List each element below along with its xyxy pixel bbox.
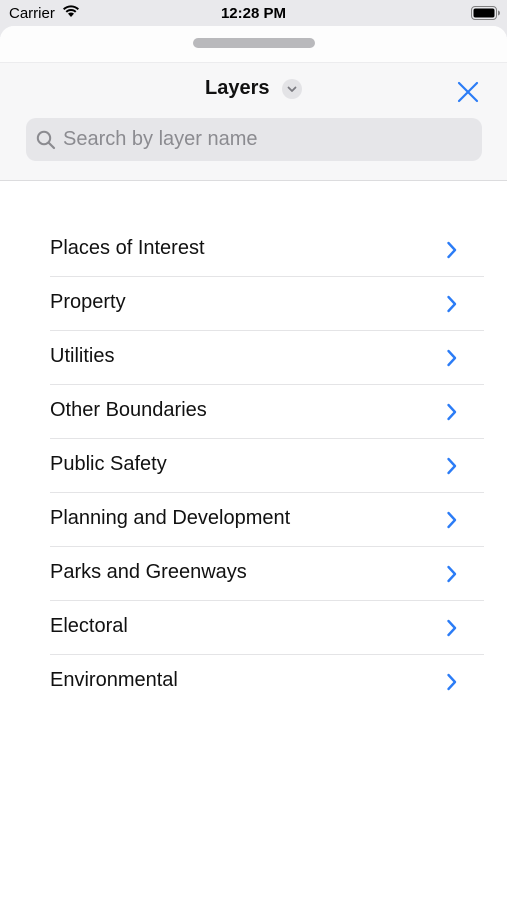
- layer-label: Environmental: [50, 669, 178, 691]
- layer-label: Electoral: [50, 615, 128, 637]
- chevron-right-icon: [447, 349, 457, 367]
- layer-label: Public Safety: [50, 453, 167, 475]
- layer-label: Parks and Greenways: [50, 561, 247, 583]
- clock: 12:28 PM: [220, 5, 287, 22]
- chevron-right-icon: [447, 241, 457, 259]
- chevron-right-icon: [447, 295, 457, 313]
- title-menu[interactable]: Layers: [0, 77, 507, 105]
- chevron-right-icon: [447, 673, 457, 691]
- close-icon: [457, 81, 479, 103]
- layer-label: Utilities: [50, 345, 115, 367]
- layer-row[interactable]: Electoral: [50, 601, 484, 655]
- layer-row[interactable]: Parks and Greenways: [50, 547, 484, 601]
- layer-label: Other Boundaries: [50, 399, 207, 421]
- chevron-right-icon: [447, 457, 457, 475]
- close-button[interactable]: [450, 74, 486, 110]
- status-bar: Carrier 12:28 PM: [0, 0, 507, 26]
- layer-row[interactable]: Property: [50, 277, 484, 331]
- layer-row[interactable]: Public Safety: [50, 439, 484, 493]
- sheet-header: Layers: [0, 26, 507, 181]
- layers-sheet: Layers Places of Interest: [0, 26, 507, 900]
- layer-label: Property: [50, 291, 126, 313]
- layer-label: Places of Interest: [50, 237, 205, 259]
- layer-list: Places of Interest Property Utilities Ot…: [50, 223, 484, 708]
- chevron-right-icon: [447, 511, 457, 529]
- layer-label: Planning and Development: [50, 507, 291, 529]
- page-title: Layers: [205, 77, 270, 99]
- sheet-grabber-handle[interactable]: [193, 38, 315, 48]
- layer-row[interactable]: Places of Interest: [50, 223, 484, 277]
- chevron-down-icon[interactable]: [281, 78, 302, 99]
- layer-row[interactable]: Other Boundaries: [50, 385, 484, 439]
- layer-row[interactable]: Utilities: [50, 331, 484, 385]
- search-icon: [36, 130, 56, 150]
- grabber-zone[interactable]: [0, 26, 507, 63]
- chevron-right-icon: [447, 403, 457, 421]
- chevron-right-icon: [447, 619, 457, 637]
- battery-icon: [471, 6, 501, 20]
- search-bar[interactable]: [26, 118, 482, 161]
- layer-row[interactable]: Environmental: [50, 655, 484, 708]
- layer-row[interactable]: Planning and Development: [50, 493, 484, 547]
- search-input[interactable]: [63, 118, 473, 161]
- chevron-right-icon: [447, 565, 457, 583]
